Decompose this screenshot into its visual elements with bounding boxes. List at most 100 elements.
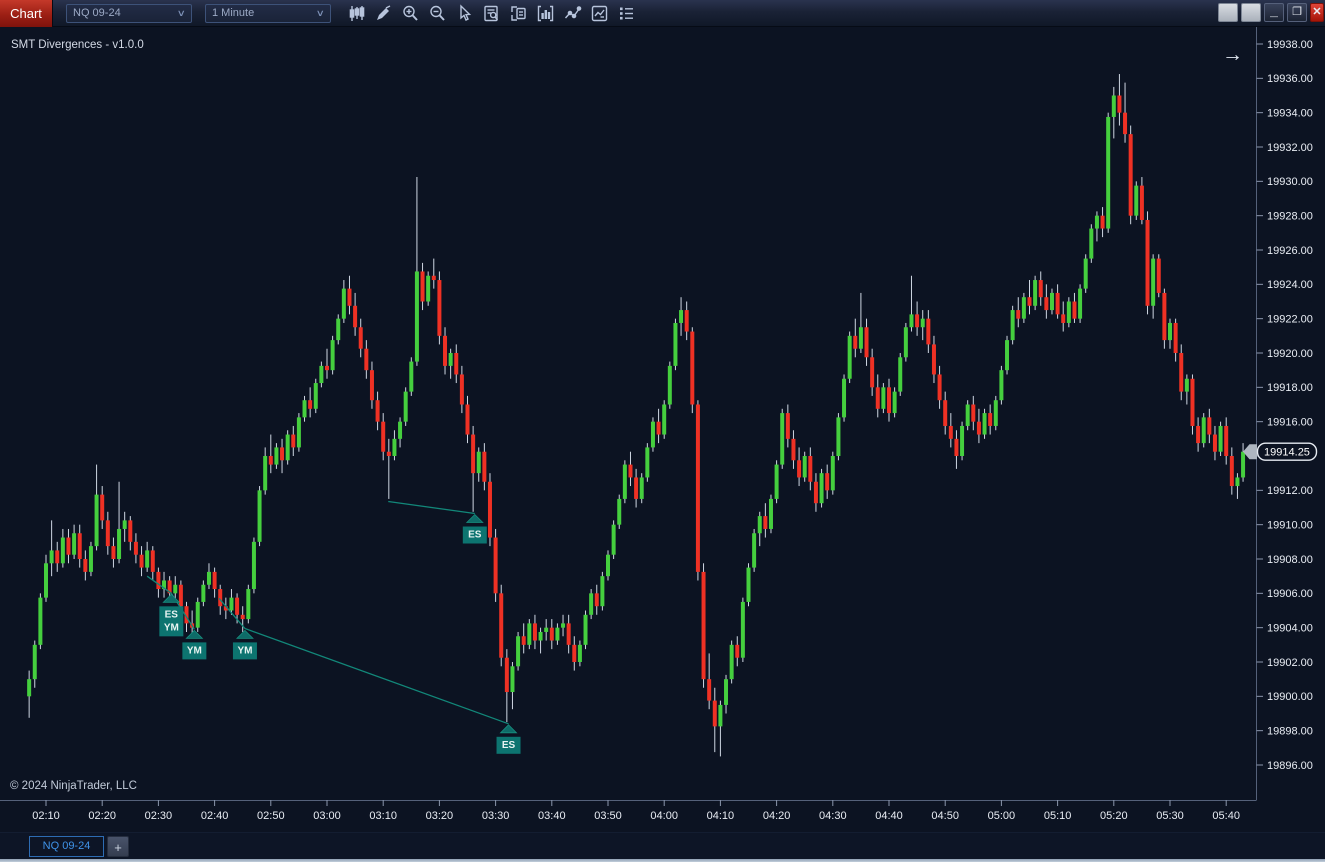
candle-body (814, 482, 818, 503)
indicators-button[interactable] (532, 1, 559, 26)
candle-body (460, 374, 464, 404)
candle-body (50, 550, 54, 563)
candle-body (1140, 186, 1144, 220)
candle-body (572, 645, 576, 662)
candle-body (662, 405, 666, 435)
candle-body (1123, 113, 1127, 134)
candle-body (842, 379, 846, 418)
candle-body (466, 405, 470, 435)
time-tick-label: 05:20 (1100, 810, 1128, 822)
candle-body (1033, 280, 1037, 306)
candle-body (853, 336, 857, 349)
candle-body (1089, 229, 1093, 259)
candle-body (1117, 96, 1121, 113)
candle-body (803, 456, 807, 477)
add-tab-button[interactable]: + (107, 836, 129, 857)
candle-body (999, 370, 1003, 400)
candle-body (561, 623, 565, 627)
strategies-button[interactable] (559, 1, 586, 26)
smt-marker-label: YM (187, 645, 202, 656)
candle-body (123, 520, 127, 529)
time-tick-label: 03:40 (538, 810, 566, 822)
candle-body (280, 447, 284, 460)
price-tick-label: 19934.00 (1267, 107, 1313, 119)
zoom-in-button[interactable] (397, 1, 424, 26)
candle-body (387, 452, 391, 456)
bottom-tab-nq-09-24[interactable]: NQ 09-24 (29, 836, 104, 857)
candle-body (1146, 220, 1150, 306)
instrument-dropdown[interactable]: NQ 09-24 ∨ (66, 4, 192, 23)
candle-body (111, 546, 115, 559)
candle-body (887, 387, 891, 413)
candle-body (983, 413, 987, 434)
smt-marker-label: YM (164, 622, 179, 633)
candle-body (527, 623, 531, 644)
candle-body (1151, 259, 1155, 306)
time-tick-label: 04:00 (650, 810, 678, 822)
candle-body (932, 344, 936, 374)
candle-body (1056, 293, 1060, 314)
chevron-down-icon: ∨ (316, 8, 325, 19)
candle-body (404, 392, 408, 422)
candle-body (1005, 340, 1009, 370)
time-tick-label: 04:30 (819, 810, 847, 822)
smt-divergence-line (245, 629, 509, 724)
data-box-button[interactable] (478, 1, 505, 26)
candle-body (904, 327, 908, 357)
candle-body (690, 332, 694, 405)
candle-body (589, 593, 593, 614)
candle-body (488, 482, 492, 538)
time-tick-label: 03:00 (313, 810, 341, 822)
candle-body (213, 572, 217, 589)
candle-body (988, 413, 992, 426)
candle-body (392, 439, 396, 456)
cursor-button[interactable] (451, 1, 478, 26)
zoom-out-button[interactable] (424, 1, 451, 26)
price-tick-label: 19920.00 (1267, 348, 1313, 360)
candle-body (381, 422, 385, 452)
price-tick-label: 19936.00 (1267, 73, 1313, 85)
candle-body (825, 473, 829, 490)
candle-body (426, 276, 430, 302)
minimize-button[interactable]: — (1264, 3, 1284, 22)
chart-trader-button[interactable] (505, 1, 532, 26)
chart-canvas[interactable]: 19938.0019936.0019934.0019932.0019930.00… (0, 27, 1325, 862)
candle-body (258, 490, 262, 542)
interval-dropdown[interactable]: 1 Minute ∨ (205, 4, 331, 23)
price-tick-label: 19938.00 (1267, 39, 1313, 51)
smt-marker-label: ES (502, 740, 516, 751)
candle-body (595, 593, 599, 606)
candle-body (370, 370, 374, 400)
time-tick-label: 02:50 (257, 810, 285, 822)
drawing-tools-button[interactable] (370, 1, 397, 26)
restore-button[interactable]: ❐ (1287, 3, 1307, 22)
price-tick-label: 19904.00 (1267, 622, 1313, 634)
candle-body (336, 319, 340, 340)
current-price-pointer (1243, 444, 1257, 459)
properties-button[interactable] (613, 1, 640, 26)
price-tick-label: 19906.00 (1267, 588, 1313, 600)
candle-body (437, 280, 441, 336)
candle-body (730, 645, 734, 679)
instrument-link-button[interactable] (1218, 3, 1238, 22)
scroll-to-end-arrow-icon[interactable]: → (1222, 43, 1243, 66)
chart-window-tab[interactable]: Chart (0, 0, 53, 27)
candle-body (201, 585, 205, 602)
candle-body (505, 658, 509, 692)
candle-body (432, 276, 436, 280)
candle-body (657, 422, 661, 435)
candle-body (651, 422, 655, 448)
smt-marker-label: YM (237, 645, 252, 656)
candle-body (797, 460, 801, 477)
candle-body (634, 477, 638, 498)
close-button[interactable]: ✕ (1310, 3, 1324, 22)
candle-body (510, 666, 514, 692)
candle-body (33, 645, 37, 679)
candle-body (145, 550, 149, 567)
candle-body (66, 538, 70, 555)
candle-body (966, 405, 970, 426)
candle-body (415, 271, 419, 361)
chart-style-button[interactable] (343, 1, 370, 26)
market-analyzer-button[interactable] (586, 1, 613, 26)
interval-link-button[interactable] (1241, 3, 1261, 22)
